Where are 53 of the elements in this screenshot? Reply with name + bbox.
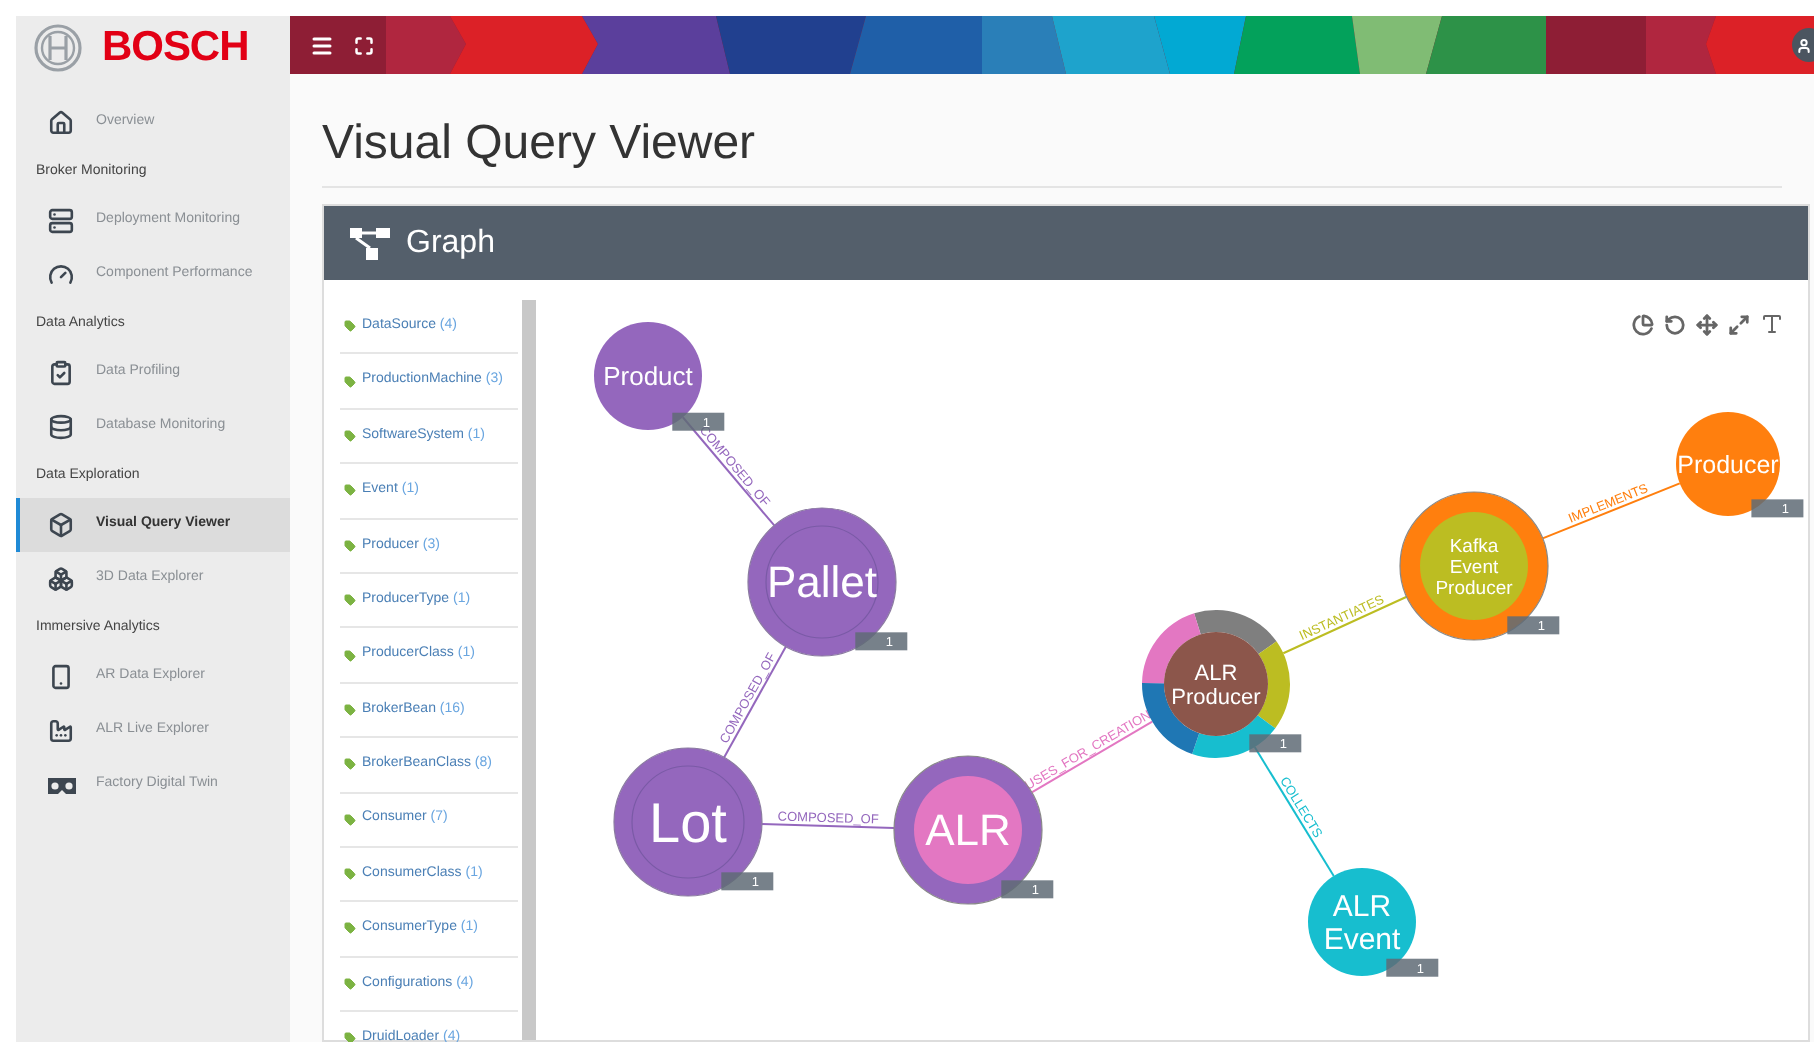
node-label: Kafka Event Producer <box>1435 535 1513 600</box>
graph-node[interactable] <box>1676 412 1780 516</box>
menu-button[interactable] <box>310 33 334 57</box>
node-label: ALR Producer <box>1171 661 1261 710</box>
vr-headset-icon <box>45 775 77 795</box>
phone-icon <box>48 664 74 690</box>
tag-icon <box>344 320 356 333</box>
factory-icon <box>48 718 74 744</box>
tag-icon <box>344 758 356 771</box>
node-label: ALR <box>925 805 1011 856</box>
clipboard-icon <box>48 360 74 386</box>
fullscreen-button[interactable] <box>354 35 374 55</box>
scrollbar[interactable] <box>522 300 536 1040</box>
graph-icon <box>350 227 390 259</box>
cube-icon <box>48 512 74 538</box>
database-icon <box>48 414 74 440</box>
tag-icon <box>344 868 356 881</box>
node-label: Product <box>603 361 693 392</box>
tag-icon <box>344 813 356 826</box>
tag-icon <box>344 429 356 442</box>
graph-node[interactable] <box>1399 491 1549 641</box>
user-icon <box>1796 37 1812 53</box>
node-label: ALR Event <box>1323 890 1401 957</box>
home-icon <box>48 110 74 136</box>
fullscreen-icon <box>354 35 374 55</box>
logo-icon <box>34 24 82 72</box>
tag-icon <box>344 539 356 552</box>
rotate-icon[interactable] <box>1664 313 1686 335</box>
pie-chart-icon[interactable] <box>1632 313 1654 335</box>
tag-icon <box>344 375 356 388</box>
graph-node[interactable] <box>594 322 702 430</box>
tag-icon <box>344 977 356 990</box>
move-icon[interactable] <box>1696 313 1718 335</box>
panel-title: Graph <box>406 223 495 263</box>
tag-icon <box>344 594 356 607</box>
tag-icon <box>344 703 356 716</box>
node-label: Lot <box>649 791 727 854</box>
menu-icon <box>310 33 334 57</box>
brand-name: BOSCH <box>102 22 249 75</box>
node-label: Producer <box>1677 450 1779 479</box>
graph-node[interactable] <box>1308 868 1416 976</box>
gauge-icon <box>48 262 74 288</box>
tag-icon <box>344 649 356 662</box>
tag-icon <box>344 484 356 497</box>
page-title: Visual Query Viewer <box>322 114 1782 188</box>
cubes-icon <box>48 566 74 592</box>
text-icon[interactable] <box>1760 312 1784 336</box>
tag-icon <box>344 922 356 935</box>
server-icon <box>48 208 74 234</box>
tag-icon <box>344 1032 356 1042</box>
graph-node[interactable] <box>613 747 763 897</box>
expand-icon[interactable] <box>1728 313 1750 335</box>
node-label: Pallet <box>766 557 878 608</box>
